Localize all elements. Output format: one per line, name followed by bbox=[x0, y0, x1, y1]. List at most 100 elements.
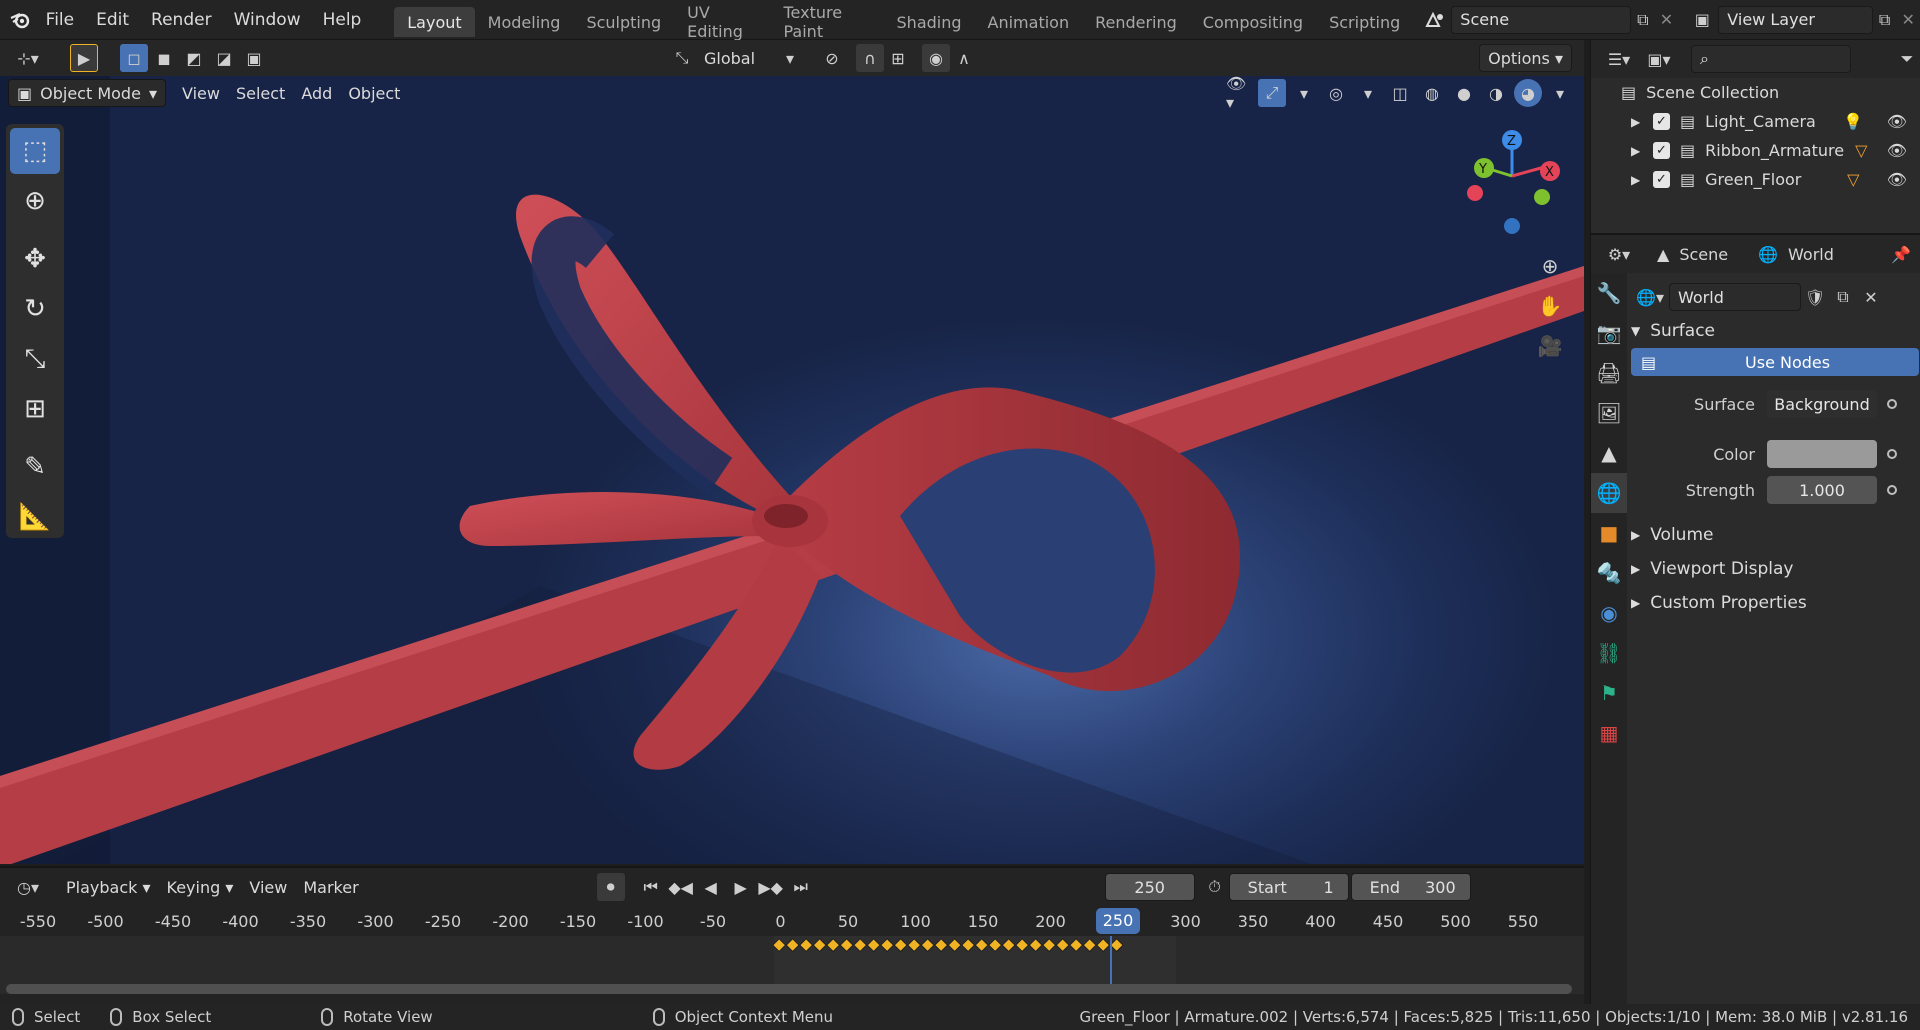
rotate-tool-icon[interactable]: ↻ bbox=[10, 286, 60, 332]
material-shading-icon[interactable]: ◑ bbox=[1482, 79, 1510, 107]
socket-icon[interactable] bbox=[1887, 449, 1897, 459]
expand-arrow-icon[interactable]: ▶ bbox=[1631, 144, 1653, 158]
tab-scripting[interactable]: Scripting bbox=[1316, 7, 1413, 37]
tab-animation[interactable]: Animation bbox=[975, 7, 1083, 37]
annotate-tool-icon[interactable]: ✎ bbox=[10, 444, 60, 490]
move-tool-icon[interactable]: ✥ bbox=[10, 236, 60, 282]
select-subtract-icon[interactable]: ◩ bbox=[180, 44, 208, 72]
3d-viewport[interactable]: ▣ Object Mode ▾ View Select Add Object 👁… bbox=[0, 76, 1584, 864]
world-name-field[interactable]: World bbox=[1669, 283, 1801, 311]
display-mode-icon[interactable]: ▣▾ bbox=[1639, 45, 1679, 73]
tab-layout[interactable]: Layout bbox=[394, 7, 475, 37]
tab-compositing[interactable]: Compositing bbox=[1190, 7, 1316, 37]
viewport-display-panel-header[interactable]: ▶ Viewport Display bbox=[1631, 552, 1919, 586]
tab-tool-icon[interactable]: 🔧 bbox=[1591, 273, 1627, 313]
zoom-icon[interactable]: ⊕ bbox=[1530, 246, 1570, 286]
outliner-item-ribbon-armature[interactable]: ▶ ✓ ▤ Ribbon_Armature ▽ 👁 bbox=[1591, 136, 1920, 165]
marker-menu[interactable]: Marker bbox=[295, 873, 366, 901]
snap-toggle-icon[interactable]: ∩ bbox=[856, 44, 884, 72]
object-mode-dropdown[interactable]: ▣ Object Mode ▾ bbox=[8, 79, 166, 107]
expand-arrow-icon[interactable]: ▶ bbox=[1631, 173, 1653, 187]
menu-edit[interactable]: Edit bbox=[85, 0, 140, 40]
outliner-editor-type-icon[interactable]: ☰▾ bbox=[1599, 45, 1639, 73]
orientation-chevron-icon[interactable]: ▾ bbox=[776, 44, 804, 72]
camera-view-icon[interactable]: 🎥 bbox=[1530, 326, 1570, 366]
scene-selector-icon[interactable] bbox=[1419, 6, 1451, 34]
tab-data-icon[interactable]: ⚑ bbox=[1591, 673, 1627, 713]
frame-ruler[interactable]: -550 -500 -450 -400 -350 -300 -250 -200 -150 -100… bbox=[0, 906, 1584, 936]
timeline-view-menu[interactable]: View bbox=[241, 873, 295, 901]
delete-view-layer-icon[interactable]: ✕ bbox=[1896, 6, 1920, 34]
eye-icon[interactable]: 👁 bbox=[1887, 141, 1907, 160]
filter-icon[interactable]: ⏷ bbox=[1893, 45, 1920, 73]
surface-shader-field[interactable]: Background bbox=[1767, 390, 1877, 418]
tab-modifier-icon[interactable]: 🔩 bbox=[1591, 553, 1627, 593]
fake-user-icon[interactable]: 🛡 bbox=[1801, 283, 1829, 311]
select-box-tool-icon[interactable]: ⬚ bbox=[10, 128, 60, 174]
surface-panel-header[interactable]: ▼ Surface bbox=[1631, 314, 1919, 348]
new-scene-icon[interactable]: ⧉ bbox=[1631, 6, 1655, 34]
tab-view-layer-icon[interactable]: 🖼 bbox=[1591, 393, 1627, 433]
menu-window[interactable]: Window bbox=[223, 0, 312, 40]
color-swatch[interactable] bbox=[1767, 440, 1877, 468]
strength-field[interactable]: 1.000 bbox=[1767, 476, 1877, 504]
menu-help[interactable]: Help bbox=[312, 0, 373, 40]
navigation-gizmo[interactable]: Z X Y bbox=[1450, 128, 1560, 248]
scale-tool-icon[interactable]: ⤡ bbox=[10, 336, 60, 382]
new-view-layer-icon[interactable]: ⧉ bbox=[1873, 6, 1897, 34]
exclude-checkbox[interactable]: ✓ bbox=[1653, 171, 1670, 188]
tab-object-icon[interactable]: ■ bbox=[1591, 513, 1627, 553]
overlay-chevron-icon[interactable]: ▾ bbox=[1354, 79, 1382, 107]
viewport-menu-object[interactable]: Object bbox=[340, 79, 408, 107]
solid-shading-icon[interactable]: ● bbox=[1450, 79, 1478, 107]
play-icon[interactable]: ▶ bbox=[727, 873, 755, 901]
select-tool-icon[interactable]: ▶ bbox=[70, 44, 98, 72]
tab-world-icon[interactable]: 🌐 bbox=[1591, 473, 1627, 513]
view-layer-icon[interactable]: ▣ bbox=[1686, 6, 1718, 34]
snap-target-icon[interactable]: ⊞ bbox=[884, 44, 912, 72]
tab-texture-icon[interactable]: ▦ bbox=[1591, 713, 1627, 753]
options-dropdown[interactable]: Options ▾ bbox=[1479, 44, 1572, 72]
playback-menu[interactable]: Playback ▾ bbox=[58, 873, 159, 901]
prev-keyframe-icon[interactable]: ◆◀ bbox=[667, 873, 695, 901]
menu-file[interactable]: File bbox=[35, 0, 85, 40]
eye-icon[interactable]: 👁 bbox=[1887, 170, 1907, 189]
timeline-scrollbar[interactable] bbox=[6, 984, 1572, 994]
new-world-icon[interactable]: ⧉ bbox=[1829, 283, 1857, 311]
cursor-tool-icon[interactable]: ⊕ bbox=[10, 178, 60, 224]
xray-toggle-icon[interactable]: ◫ bbox=[1386, 79, 1414, 107]
start-frame-field[interactable]: Start 1 bbox=[1228, 873, 1349, 901]
jump-end-icon[interactable]: ⏭ bbox=[787, 873, 815, 901]
exclude-checkbox[interactable]: ✓ bbox=[1653, 113, 1670, 130]
orientation-dropdown[interactable]: Global bbox=[696, 44, 776, 72]
socket-icon[interactable] bbox=[1887, 485, 1897, 495]
viewport-menu-view[interactable]: View bbox=[174, 79, 228, 107]
delete-scene-icon[interactable]: ✕ bbox=[1655, 6, 1679, 34]
pin-icon[interactable]: 📌 bbox=[1891, 245, 1911, 264]
menu-render[interactable]: Render bbox=[140, 0, 223, 40]
unlink-world-icon[interactable]: ✕ bbox=[1857, 283, 1885, 311]
volume-panel-header[interactable]: ▶ Volume bbox=[1631, 518, 1919, 552]
wireframe-shading-icon[interactable]: ◍ bbox=[1418, 79, 1446, 107]
custom-properties-panel-header[interactable]: ▶ Custom Properties bbox=[1631, 586, 1919, 620]
measure-tool-icon[interactable]: 📐 bbox=[10, 494, 60, 540]
shading-chevron-icon[interactable]: ▾ bbox=[1546, 79, 1574, 107]
properties-editor-type-icon[interactable]: ⚙▾ bbox=[1599, 240, 1639, 268]
falloff-icon[interactable]: ∧ bbox=[950, 44, 978, 72]
timeline-editor-type-icon[interactable]: ◷▾ bbox=[8, 873, 48, 901]
proportional-edit-icon[interactable]: ◉ bbox=[922, 44, 950, 72]
tab-constraints-icon[interactable]: ⛓ bbox=[1591, 633, 1627, 673]
keying-menu[interactable]: Keying ▾ bbox=[159, 873, 242, 901]
eye-icon[interactable]: 👁 bbox=[1887, 112, 1907, 131]
tab-output-icon[interactable]: 🖨 bbox=[1591, 353, 1627, 393]
view-layer-field[interactable]: View Layer bbox=[1718, 5, 1873, 34]
editor-type-icon[interactable]: ⊹▾ bbox=[8, 44, 48, 72]
end-frame-field[interactable]: End 300 bbox=[1350, 873, 1471, 901]
overlay-toggle-icon[interactable]: ◎ bbox=[1322, 79, 1350, 107]
exclude-checkbox[interactable]: ✓ bbox=[1653, 142, 1670, 159]
blender-logo-icon[interactable] bbox=[6, 6, 35, 34]
select-invert-icon[interactable]: ◪ bbox=[210, 44, 238, 72]
scene-collection-row[interactable]: ▤ Scene Collection bbox=[1591, 78, 1920, 107]
tab-render-icon[interactable]: 📷 bbox=[1591, 313, 1627, 353]
next-keyframe-icon[interactable]: ▶◆ bbox=[757, 873, 785, 901]
